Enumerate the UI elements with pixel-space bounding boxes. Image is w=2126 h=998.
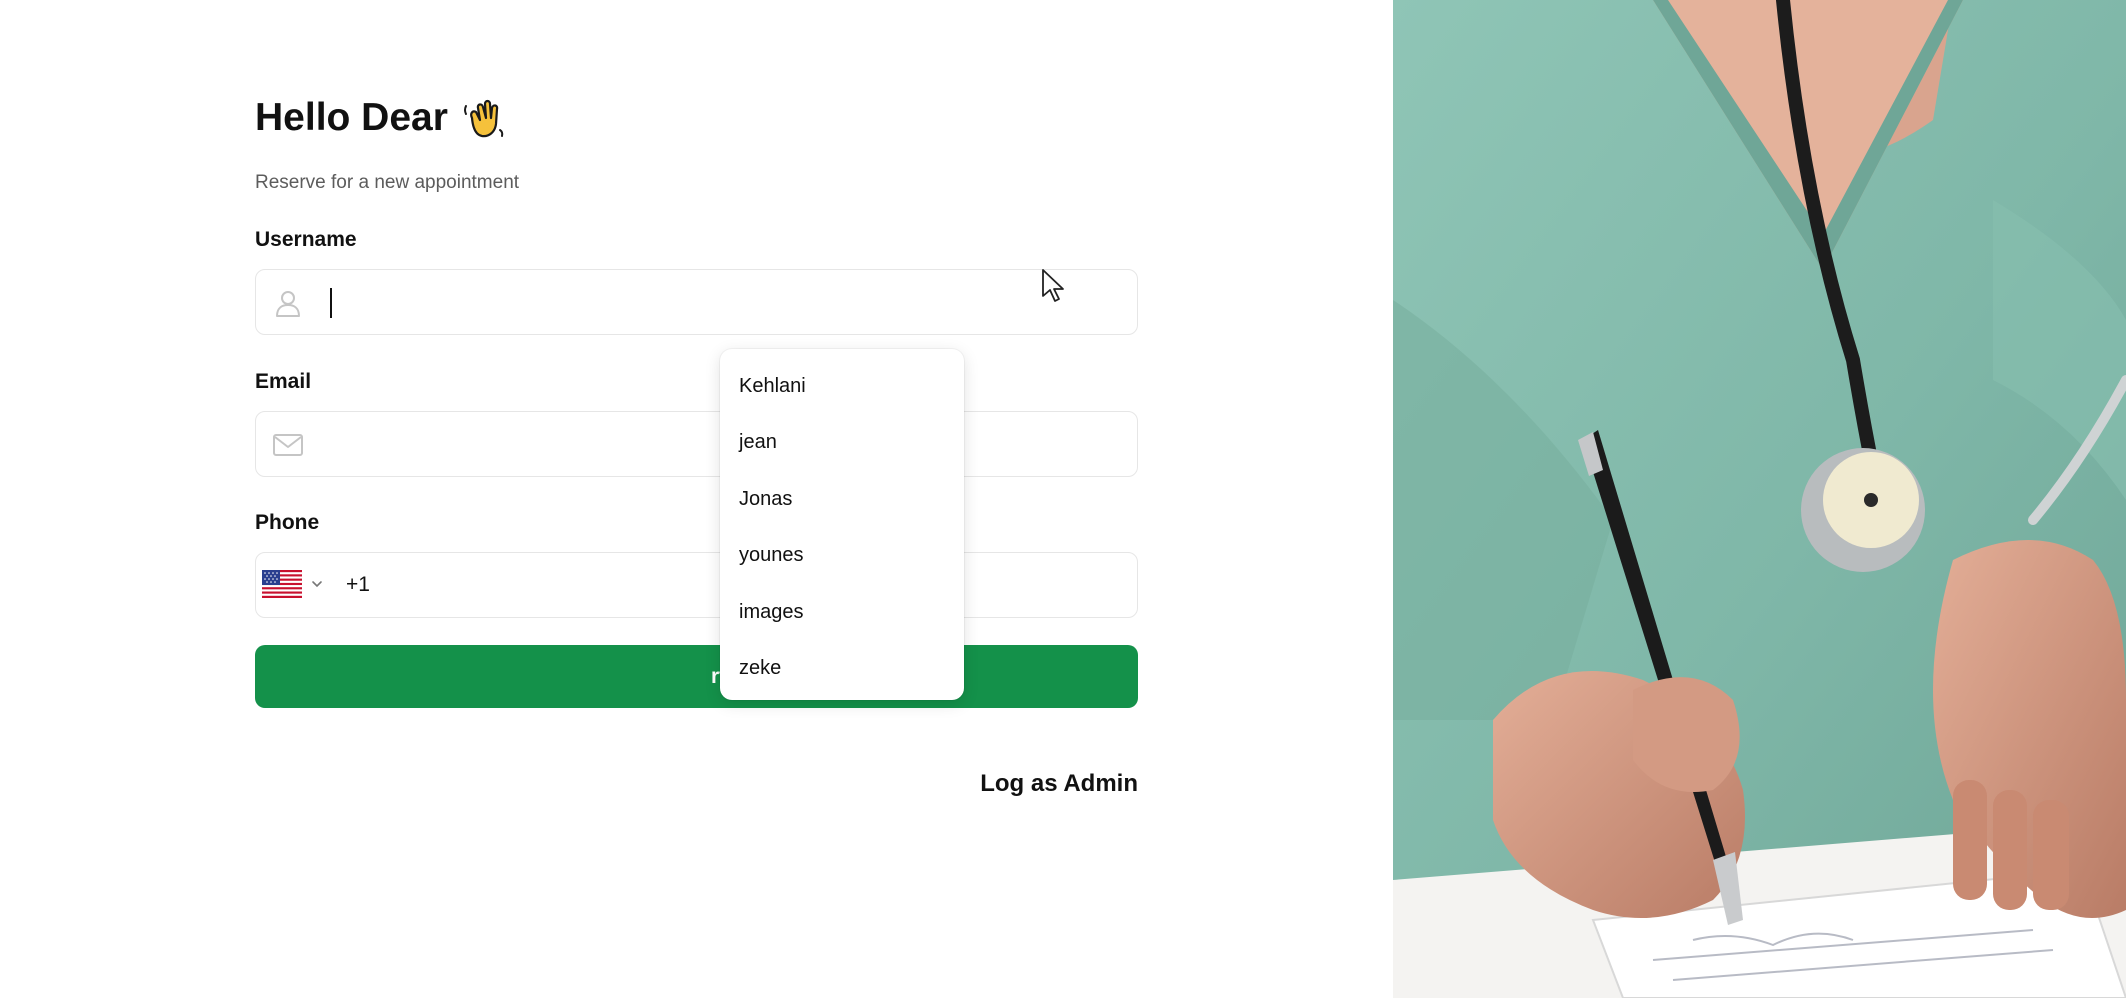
mail-icon <box>273 434 303 456</box>
username-label: Username <box>255 228 357 251</box>
phone-label: Phone <box>255 511 320 534</box>
suggestion-item[interactable]: images <box>720 584 964 641</box>
email-label: Email <box>255 370 312 393</box>
title-text: Hello Dear <box>255 96 448 139</box>
get-started-button[interactable]: rted <box>255 645 1138 708</box>
waving-hand-icon <box>463 99 504 138</box>
suggestion-item[interactable]: younes <box>720 528 964 585</box>
appointment-form: Hello Dear Reserve for a new appointment… <box>255 0 1140 998</box>
phone-field[interactable]: +1 <box>255 552 1138 618</box>
suggestion-item[interactable]: zeke <box>720 641 964 698</box>
mouse-pointer-icon <box>1042 269 1064 302</box>
dial-code: +1 <box>346 573 370 596</box>
doctor-photo <box>1393 0 2126 998</box>
text-caret <box>330 288 332 318</box>
username-suggestions-dropdown: Kehlani jean Jonas younes images zeke <box>720 349 964 700</box>
login-page: Hello Dear Reserve for a new appointment… <box>0 0 2126 998</box>
user-icon <box>276 291 300 317</box>
chevron-down-icon <box>312 581 322 588</box>
page-subtitle: Reserve for a new appointment <box>255 172 520 193</box>
page-title: Hello Dear <box>255 96 506 140</box>
suggestion-item[interactable]: Jonas <box>720 471 964 528</box>
us-flag-icon <box>262 570 302 598</box>
email-field[interactable] <box>255 411 1138 477</box>
log-as-admin-link[interactable]: Log as Admin <box>980 770 1138 798</box>
country-selector[interactable] <box>262 570 324 598</box>
suggestion-item[interactable]: Kehlani <box>720 358 964 415</box>
username-field[interactable] <box>255 269 1138 335</box>
suggestion-item[interactable]: jean <box>720 415 964 472</box>
